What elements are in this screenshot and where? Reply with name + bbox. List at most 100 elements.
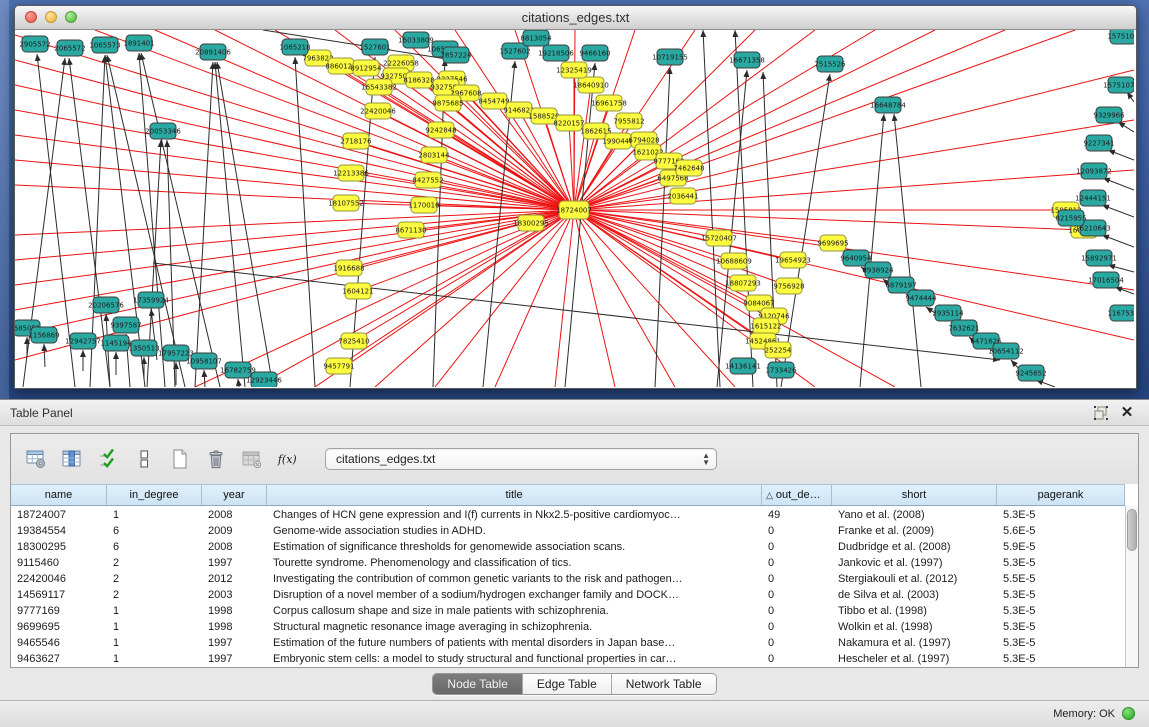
network-edge[interactable] — [1118, 122, 1134, 132]
network-node[interactable]: 16961758 — [591, 95, 627, 111]
network-edge[interactable] — [1102, 205, 1134, 217]
tab-network-table[interactable]: Network Table — [612, 674, 716, 694]
network-node[interactable]: 1065573 — [89, 37, 120, 53]
network-node[interactable]: 9474444 — [905, 290, 937, 306]
network-edge[interactable] — [1108, 265, 1134, 272]
network-edge[interactable] — [703, 30, 720, 387]
network-node[interactable]: 9457791 — [323, 358, 354, 374]
import-table-button[interactable] — [239, 446, 265, 472]
network-node[interactable]: 20053346 — [145, 123, 181, 139]
network-graph[interactable]: 7963822886012889129542222605893275051654… — [15, 30, 1134, 387]
network-node[interactable]: 20891406 — [195, 44, 231, 60]
network-node[interactable]: 16033809 — [398, 32, 434, 48]
network-node[interactable]: 1604121 — [342, 283, 373, 299]
network-edge[interactable] — [655, 67, 670, 387]
network-edge[interactable] — [1103, 178, 1134, 190]
network-edge[interactable] — [1115, 287, 1134, 294]
network-node[interactable]: 9466160 — [579, 45, 610, 61]
network-node[interactable]: 17016504 — [1088, 272, 1124, 288]
table-row[interactable]: 1872400712008Changes of HCN gene express… — [11, 507, 1125, 523]
table-row[interactable]: 946362711997Embryonic stem cells: a mode… — [11, 651, 1125, 667]
network-node[interactable]: 9756928 — [773, 278, 804, 294]
network-node[interactable]: 12093872 — [1076, 163, 1112, 179]
network-edge[interactable] — [44, 344, 45, 367]
network-node[interactable]: 9242848 — [425, 122, 456, 138]
network-node[interactable]: 12942757 — [65, 333, 101, 349]
network-node[interactable]: 12444151 — [1075, 190, 1111, 206]
selected-edge[interactable] — [574, 141, 618, 210]
network-node[interactable]: 9699695 — [817, 235, 848, 251]
network-node[interactable]: 15720407 — [701, 230, 737, 246]
table-row[interactable]: 2242004622012Investigating the contribut… — [11, 571, 1125, 587]
select-all-rows-button[interactable] — [95, 446, 121, 472]
network-node[interactable]: 7515526 — [814, 56, 846, 72]
selected-edge[interactable] — [555, 210, 574, 387]
network-node[interactable]: 10958107 — [186, 353, 222, 369]
network-node[interactable]: 10719155 — [652, 49, 688, 65]
table-row[interactable]: 946554611997Estimation of the future num… — [11, 635, 1125, 651]
network-node[interactable]: 1733426 — [765, 362, 797, 378]
table-row[interactable]: 977716911998Corpus callosum shape and si… — [11, 603, 1125, 619]
network-node[interactable]: 9227341 — [1083, 135, 1114, 151]
function-builder-button[interactable]: f(x) — [275, 446, 301, 472]
column-header-pagerank[interactable]: pagerank — [997, 485, 1125, 505]
create-table-button[interactable] — [167, 446, 193, 472]
network-node[interactable]: 2905572 — [19, 36, 50, 52]
network-node[interactable]: 8215955 — [1055, 210, 1086, 226]
network-node[interactable]: 10688609 — [716, 253, 752, 269]
show-column-button[interactable] — [59, 446, 85, 472]
network-node[interactable]: 15892971 — [1081, 250, 1117, 266]
network-node[interactable]: 1156869 — [28, 327, 59, 343]
network-node[interactable]: 1350513 — [128, 340, 159, 356]
network-node[interactable]: 14136141 — [725, 358, 761, 374]
network-node[interactable]: 10654112 — [988, 343, 1024, 359]
column-header-year[interactable]: year — [202, 485, 267, 505]
network-node[interactable]: 1916688 — [333, 260, 364, 276]
network-node[interactable]: 7462648 — [673, 160, 704, 176]
column-header-short[interactable]: short — [832, 485, 997, 505]
table-selector-dropdown[interactable]: citations_edges.txt▲▼ — [325, 448, 717, 470]
network-node[interactable]: 18300295 — [513, 215, 549, 231]
network-node[interactable]: 1170016 — [408, 197, 440, 213]
network-edge[interactable] — [1108, 150, 1134, 160]
network-node[interactable]: 8912954 — [350, 60, 382, 76]
selected-edge[interactable] — [574, 85, 591, 210]
column-header-in_degree[interactable]: in_degree — [107, 485, 202, 505]
float-panel-button[interactable] — [1093, 405, 1109, 421]
network-edge[interactable] — [565, 63, 595, 387]
selected-edge[interactable] — [195, 210, 574, 387]
network-node[interactable]: 2036441 — [667, 188, 698, 204]
tab-node-table[interactable]: Node Table — [433, 674, 523, 694]
network-node[interactable]: 8938924 — [862, 262, 894, 278]
selected-edge[interactable] — [15, 210, 574, 285]
network-node[interactable]: 18807293 — [725, 275, 761, 291]
network-edge[interactable] — [1102, 235, 1134, 247]
delete-table-button[interactable] — [203, 446, 229, 472]
network-node[interactable]: 2718176 — [340, 133, 372, 149]
table-row[interactable]: 1830029562008Estimation of significance … — [11, 539, 1125, 555]
network-node[interactable]: 12923446 — [246, 372, 282, 387]
network-node[interactable]: 18107552 — [328, 195, 364, 211]
network-node[interactable]: 19218506 — [538, 45, 574, 61]
close-panel-button[interactable]: ✕ — [1119, 403, 1135, 421]
column-header-title[interactable]: title — [267, 485, 762, 505]
network-edge[interactable] — [139, 53, 165, 387]
selected-edge[interactable] — [15, 210, 574, 260]
network-node[interactable]: 16671358 — [729, 52, 765, 68]
network-node[interactable]: 252254 — [765, 342, 792, 358]
network-node[interactable]: 9397587 — [110, 317, 141, 333]
table-row[interactable]: 1456911722003Disruption of a novel membe… — [11, 587, 1125, 603]
network-node[interactable]: 22420046 — [360, 103, 396, 119]
network-node[interactable]: 16648784 — [870, 97, 906, 113]
network-node[interactable]: 9245652 — [1015, 365, 1046, 381]
network-node[interactable]: 15751074 — [1103, 77, 1134, 93]
network-node[interactable]: 1527601 — [359, 39, 390, 55]
network-hub-node[interactable]: 18724007 — [556, 201, 592, 219]
tab-edge-table[interactable]: Edge Table — [523, 674, 612, 694]
network-node[interactable]: 17359924 — [133, 292, 169, 308]
network-node[interactable]: 1575107 — [1107, 30, 1134, 44]
selected-edge[interactable] — [574, 210, 615, 387]
window-titlebar[interactable]: citations_edges.txt — [15, 6, 1136, 30]
column-header-out_de[interactable]: △out_de… — [762, 485, 832, 505]
network-edge[interactable] — [204, 370, 205, 387]
